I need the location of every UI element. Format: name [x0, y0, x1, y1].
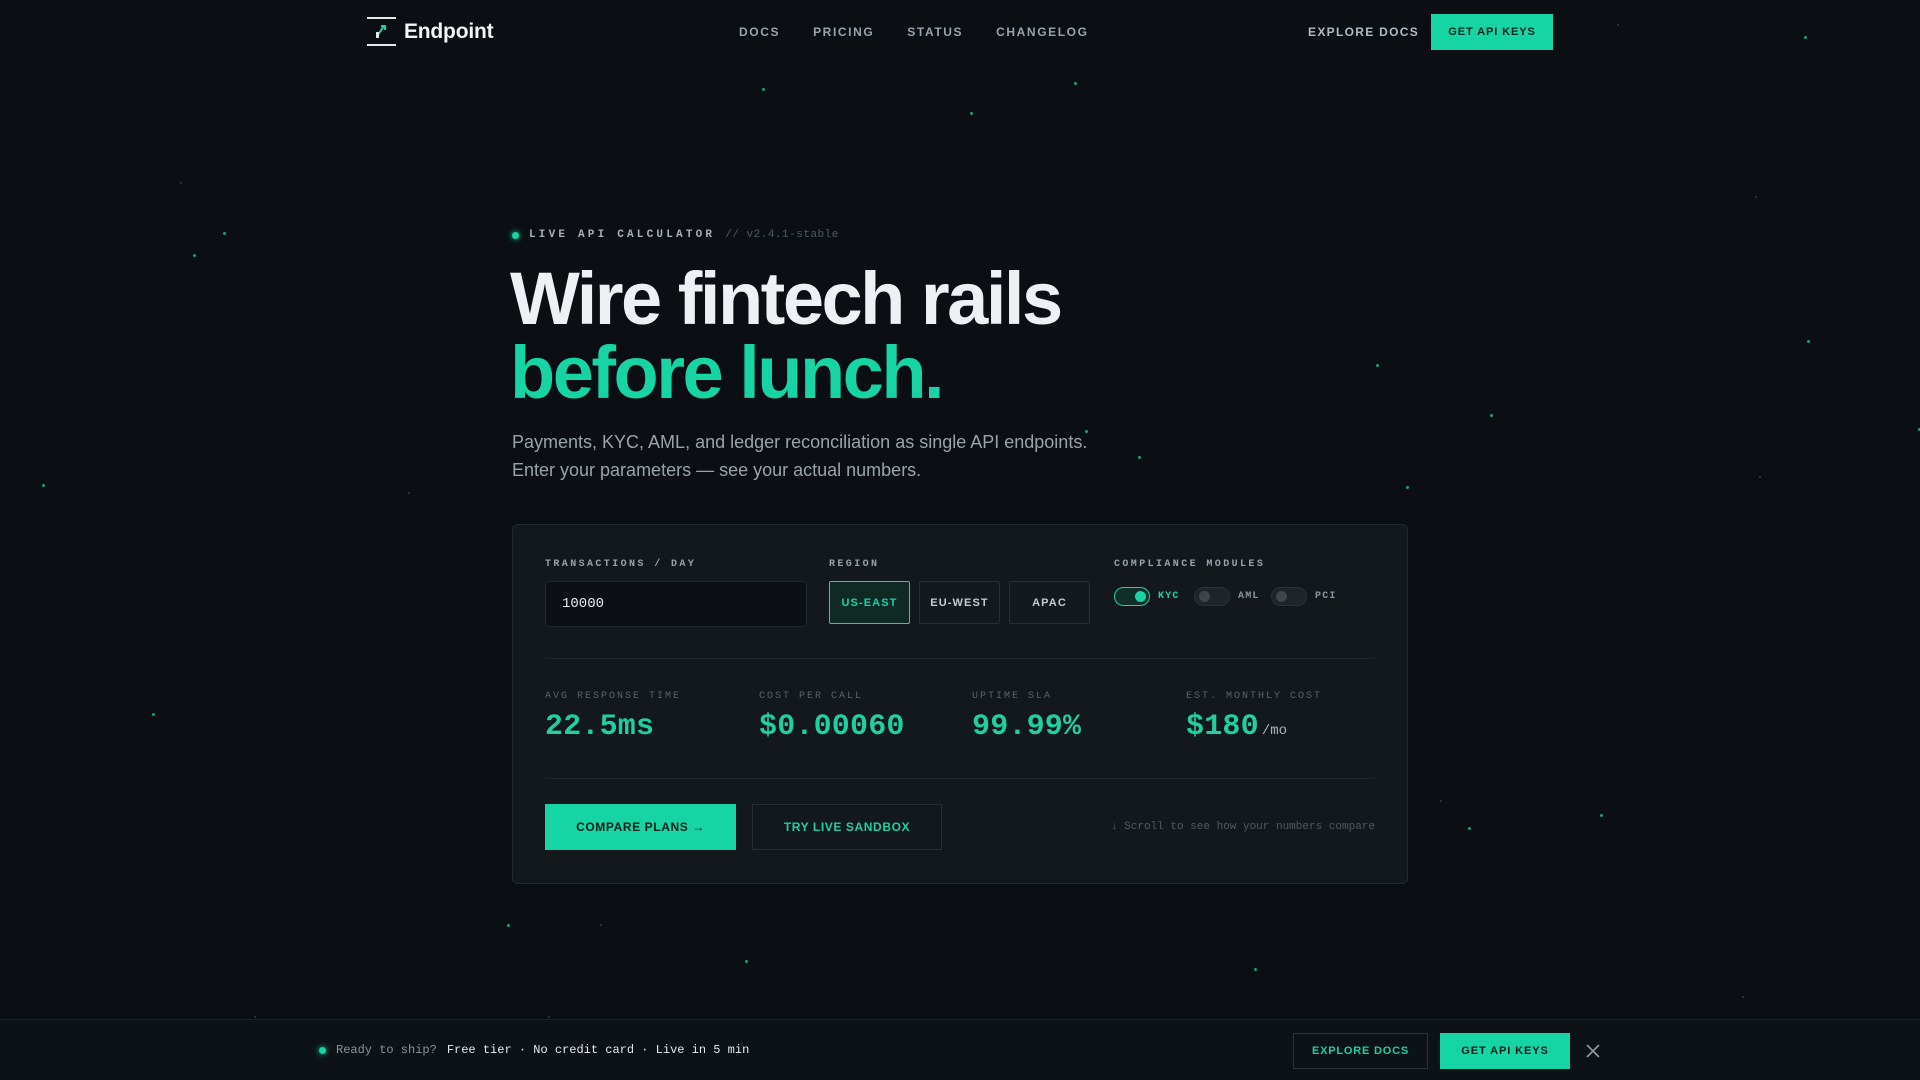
scroll-hint: ↓ Scroll to see how your numbers compare: [1110, 821, 1375, 833]
kyc-toggle[interactable]: [1114, 587, 1150, 606]
bar-get-api-keys-button[interactable]: GET API KEYS: [1440, 1033, 1570, 1069]
nav-link-pricing[interactable]: PRICING: [813, 25, 874, 39]
metric-value: 99.99%: [972, 710, 1082, 744]
version-label: // v2.4.1-stable: [725, 229, 839, 241]
metric-value: 22.5ms: [545, 710, 655, 744]
nav-actions: EXPLORE DOCS GET API KEYS: [1308, 14, 1553, 50]
metric-value: $0.00060: [759, 710, 905, 744]
aml-label: AML: [1238, 591, 1260, 602]
hero-subtitle: Payments, KYC, AML, and ledger reconcili…: [512, 428, 1132, 484]
metric-label: COST PER CALL: [759, 691, 864, 702]
aml-toggle-knob: [1199, 591, 1210, 602]
nav-link-changelog[interactable]: CHANGELOG: [996, 25, 1088, 39]
region-apac-button[interactable]: APAC: [1009, 581, 1090, 624]
cta-bar-message: Ready to ship? Free tier · No credit car…: [319, 1043, 749, 1057]
metric-uptime-sla: UPTIME SLA 99.99%: [972, 691, 1081, 744]
hero-title-line2: before lunch.: [510, 331, 945, 414]
pci-toggle[interactable]: [1271, 587, 1307, 606]
api-calculator-card: TRANSACTIONS / DAY REGION US-EAST EU-WES…: [512, 524, 1408, 884]
card-divider-top: [545, 658, 1375, 659]
brand-name: Endpoint: [404, 19, 494, 43]
metric-unit: /mo: [1261, 723, 1288, 739]
region-eu-west-button[interactable]: EU-WEST: [919, 581, 1000, 624]
module-kyc: KYC: [1114, 587, 1180, 606]
bar-explore-docs-button[interactable]: EXPLORE DOCS: [1293, 1033, 1428, 1069]
hero-title: Wire fintech rails before lunch.: [510, 257, 1063, 414]
close-icon[interactable]: [1584, 1042, 1602, 1060]
brand-logo[interactable]: Endpoint: [367, 17, 494, 46]
compare-plans-button[interactable]: COMPARE PLANS →: [545, 804, 736, 850]
pci-toggle-knob: [1276, 591, 1287, 602]
status-dot-icon: [319, 1046, 326, 1054]
hero-subtitle-line1: Payments, KYC, AML, and ledger reconcili…: [512, 432, 1088, 452]
metric-cost-per-call: COST PER CALL $0.00060: [759, 691, 905, 744]
main-nav: DOCS PRICING STATUS CHANGELOG: [739, 25, 1089, 39]
pci-label: PCI: [1315, 591, 1337, 602]
explore-docs-link[interactable]: EXPLORE DOCS: [1308, 25, 1419, 39]
module-aml: AML: [1194, 587, 1260, 606]
card-divider-bottom: [545, 778, 1375, 779]
kyc-toggle-knob: [1135, 591, 1146, 602]
module-pci: PCI: [1271, 587, 1337, 606]
nav-link-docs[interactable]: DOCS: [739, 25, 780, 39]
region-us-east-button[interactable]: US-EAST: [829, 581, 910, 624]
transactions-input[interactable]: [545, 581, 807, 627]
top-nav: Endpoint DOCS PRICING STATUS CHANGELOG E…: [0, 0, 1920, 64]
metric-response-time: AVG RESPONSE TIME 22.5ms: [545, 691, 681, 744]
sticky-cta-bar: Ready to ship? Free tier · No credit car…: [0, 1019, 1920, 1080]
metric-monthly-cost: EST. MONTHLY COST $180/mo: [1186, 691, 1322, 744]
eyebrow-label: LIVE API CALCULATOR: [529, 229, 716, 241]
live-indicator-dot-icon: [512, 231, 519, 239]
metric-label: UPTIME SLA: [972, 691, 1053, 702]
get-api-keys-button[interactable]: GET API KEYS: [1431, 14, 1553, 50]
nav-link-status[interactable]: STATUS: [907, 25, 963, 39]
try-sandbox-button[interactable]: TRY LIVE SANDBOX: [752, 804, 942, 850]
cta-bar-prefix: Ready to ship?: [336, 1043, 437, 1057]
endpoint-logo-icon: [367, 17, 396, 46]
metric-label: EST. MONTHLY COST: [1186, 691, 1323, 702]
aml-toggle[interactable]: [1194, 587, 1230, 606]
region-label: REGION: [829, 559, 880, 570]
kyc-label: KYC: [1158, 591, 1180, 602]
metric-value: $180: [1186, 710, 1259, 744]
compliance-label: COMPLIANCE MODULES: [1114, 559, 1266, 570]
hero-subtitle-line2: Enter your parameters — see your actual …: [512, 460, 922, 480]
hero-title-line1: Wire fintech rails: [510, 257, 1063, 340]
cta-bar-highlight: Free tier · No credit card · Live in 5 m…: [446, 1043, 750, 1057]
metric-label: AVG RESPONSE TIME: [545, 691, 682, 702]
hero-eyebrow: LIVE API CALCULATOR // v2.4.1-stable: [512, 229, 839, 241]
transactions-label: TRANSACTIONS / DAY: [545, 559, 697, 570]
